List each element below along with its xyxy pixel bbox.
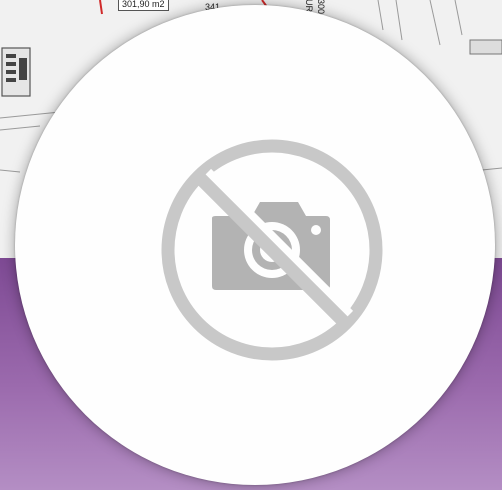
image-placeholder-circle xyxy=(15,5,495,485)
area-label: 301,90 m2 xyxy=(118,0,169,11)
no-photo-icon xyxy=(160,138,384,362)
